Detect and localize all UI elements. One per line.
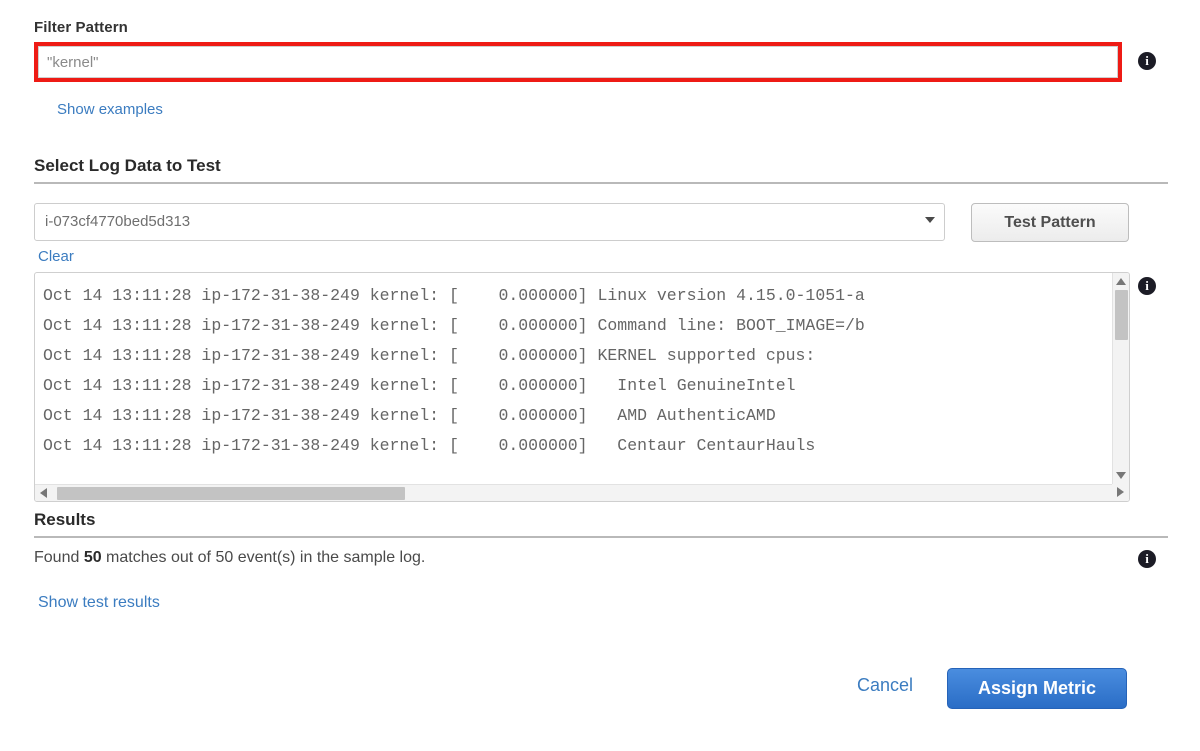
info-icon[interactable]: i — [1138, 52, 1156, 70]
cancel-button[interactable]: Cancel — [857, 675, 913, 696]
log-line: Oct 14 13:11:28 ip-172-31-38-249 kernel:… — [43, 286, 865, 305]
log-sample-textarea[interactable]: Oct 14 13:11:28 ip-172-31-38-249 kernel:… — [34, 272, 1130, 502]
filter-pattern-highlight — [34, 42, 1122, 82]
triangle-up-icon[interactable] — [1116, 278, 1126, 285]
results-suffix: matches out of 50 event(s) in the sample… — [101, 549, 426, 566]
chevron-down-icon — [925, 217, 935, 223]
info-icon[interactable]: i — [1138, 550, 1156, 568]
log-metric-filter-page: Filter Pattern i Show examples Select Lo… — [0, 0, 1200, 751]
log-line: Oct 14 13:11:28 ip-172-31-38-249 kernel:… — [43, 316, 865, 335]
log-vertical-scroll-thumb[interactable] — [1115, 290, 1128, 340]
select-log-data-heading: Select Log Data to Test — [34, 156, 1168, 184]
log-line: Oct 14 13:11:28 ip-172-31-38-249 kernel:… — [43, 346, 816, 365]
log-line: Oct 14 13:11:28 ip-172-31-38-249 kernel:… — [43, 376, 796, 395]
log-data-select-value: i-073cf4770bed5d313 — [45, 213, 191, 230]
log-line: Oct 14 13:11:28 ip-172-31-38-249 kernel:… — [43, 406, 776, 425]
log-sample-content: Oct 14 13:11:28 ip-172-31-38-249 kernel:… — [35, 273, 1112, 484]
log-horizontal-scroll-thumb[interactable] — [57, 487, 405, 500]
filter-pattern-input[interactable] — [38, 46, 1118, 78]
results-prefix: Found — [34, 549, 84, 566]
info-icon[interactable]: i — [1138, 277, 1156, 295]
test-pattern-button[interactable]: Test Pattern — [971, 203, 1129, 242]
results-summary: Found 50 matches out of 50 event(s) in t… — [34, 549, 425, 567]
log-horizontal-scrollbar[interactable] — [35, 484, 1112, 501]
assign-metric-button[interactable]: Assign Metric — [947, 668, 1127, 709]
triangle-right-icon[interactable] — [1117, 487, 1124, 497]
log-line: Oct 14 13:11:28 ip-172-31-38-249 kernel:… — [43, 436, 816, 455]
filter-pattern-label: Filter Pattern — [34, 19, 128, 36]
results-heading: Results — [34, 510, 1168, 538]
log-vertical-scrollbar[interactable] — [1112, 273, 1129, 484]
triangle-left-icon[interactable] — [40, 488, 47, 498]
triangle-down-icon[interactable] — [1116, 472, 1126, 479]
show-test-results-link[interactable]: Show test results — [38, 594, 160, 612]
log-data-select[interactable]: i-073cf4770bed5d313 — [34, 203, 945, 241]
clear-link[interactable]: Clear — [38, 248, 74, 265]
show-examples-link[interactable]: Show examples — [57, 101, 163, 118]
scrollbar-corner[interactable] — [1112, 484, 1129, 501]
results-match-count: 50 — [83, 549, 102, 566]
